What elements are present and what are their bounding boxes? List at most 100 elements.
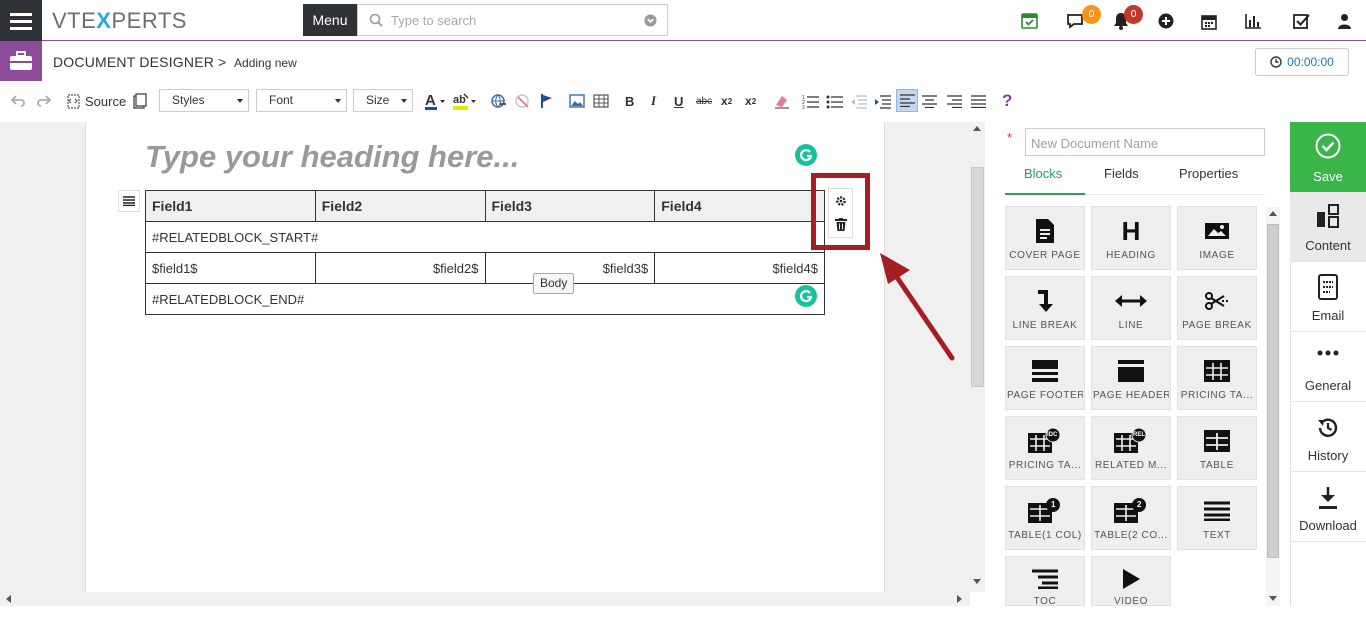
document-icon[interactable]	[133, 92, 147, 110]
insert-image-icon[interactable]	[569, 92, 585, 110]
related-block-table[interactable]: Field1 Field2 Field3 Field4 #RELATEDBLOC…	[145, 190, 825, 315]
editor-horizontal-scrollbar[interactable]	[0, 592, 970, 606]
breadcrumb: DOCUMENT DESIGNER > Adding new	[53, 54, 297, 70]
indent-icon[interactable]	[874, 92, 891, 110]
font-dropdown[interactable]: Font	[256, 89, 347, 112]
related-block-start-cell[interactable]: #RELATEDBLOCK_START#	[145, 221, 825, 253]
block-heading[interactable]: H HEADING	[1091, 206, 1171, 270]
scroll-thumb[interactable]	[1267, 224, 1279, 558]
breadcrumb-module[interactable]: DOCUMENT DESIGNER	[53, 54, 214, 70]
block-line[interactable]: LINE	[1091, 276, 1171, 340]
table-cell[interactable]: $field4$	[654, 252, 825, 284]
history-button[interactable]: History	[1290, 402, 1366, 472]
superscript-icon[interactable]: x2	[745, 92, 756, 110]
chevron-down-circle-icon[interactable]	[644, 14, 657, 27]
document-name-input[interactable]: New Document Name	[1025, 128, 1265, 156]
block-page-header[interactable]: PAGE HEADER	[1091, 346, 1171, 410]
add-circle-icon[interactable]	[1157, 12, 1175, 30]
table-cell[interactable]: $field1$	[145, 252, 316, 284]
subscript-icon[interactable]: x2	[721, 92, 732, 110]
block-cover-page[interactable]: COVER PAGE	[1005, 206, 1085, 270]
timer-display[interactable]: 00:00:00	[1255, 48, 1349, 76]
user-icon[interactable]	[1335, 12, 1353, 30]
bulleted-list-icon[interactable]	[826, 92, 843, 110]
unlink-icon[interactable]	[514, 92, 532, 110]
block-line-break[interactable]: LINE BREAK	[1005, 276, 1085, 340]
block-toc[interactable]: TOC	[1005, 556, 1085, 606]
content-button[interactable]: Content	[1290, 192, 1366, 262]
editor-vertical-scrollbar[interactable]	[970, 122, 985, 592]
source-button[interactable]: Source	[66, 92, 126, 110]
table-header-cell[interactable]: Field3	[484, 190, 656, 222]
svg-text:ab: ab	[453, 94, 466, 106]
check-circle-icon	[1315, 133, 1341, 159]
help-icon[interactable]: ?	[1002, 91, 1012, 110]
hamburger-menu-icon[interactable]	[0, 0, 42, 41]
styles-dropdown[interactable]: Styles	[159, 89, 249, 112]
outdent-icon[interactable]	[850, 92, 867, 110]
block-image[interactable]: IMAGE	[1177, 206, 1257, 270]
block-table-2-col[interactable]: 2 TABLE(2 CO...	[1091, 486, 1171, 550]
search-input[interactable]: Type to search	[357, 4, 668, 36]
grammarly-icon[interactable]	[795, 285, 817, 307]
general-button[interactable]: General	[1290, 332, 1366, 402]
size-dropdown[interactable]: Size	[353, 89, 413, 112]
save-button[interactable]: Save	[1290, 122, 1366, 192]
bold-icon[interactable]: B	[625, 92, 634, 110]
strikethrough-icon[interactable]: abc	[696, 92, 712, 110]
block-video[interactable]: VIDEO	[1091, 556, 1171, 606]
checkbox-icon[interactable]	[1292, 12, 1310, 30]
numbered-list-icon[interactable]: 123	[802, 92, 819, 110]
align-left-icon[interactable]	[896, 89, 918, 112]
justify-icon[interactable]	[971, 92, 986, 110]
block-pricing-table-idc[interactable]: IDC PRICING TA...	[1005, 416, 1085, 480]
anchor-flag-icon[interactable]	[540, 92, 554, 110]
calendar-icon[interactable]	[1200, 12, 1218, 30]
redo-icon[interactable]	[35, 92, 51, 110]
block-table[interactable]: TABLE	[1177, 416, 1257, 480]
active-tab-indicator	[1005, 193, 1085, 195]
text-color-icon[interactable]: A	[425, 92, 447, 110]
italic-icon[interactable]: I	[651, 92, 656, 110]
logo[interactable]: VTEXPERTS	[52, 8, 187, 34]
tab-properties[interactable]: Properties	[1179, 166, 1238, 181]
block-page-break[interactable]: PAGE BREAK	[1177, 276, 1257, 340]
block-page-footer[interactable]: PAGE FOOTER	[1005, 346, 1085, 410]
heading-placeholder[interactable]: Type your heading here...	[145, 139, 519, 175]
scroll-thumb[interactable]	[971, 167, 984, 387]
block-pricing-table[interactable]: PRICING TA...	[1177, 346, 1257, 410]
table-header-cell[interactable]: Field2	[314, 190, 486, 222]
grammarly-icon[interactable]	[795, 144, 817, 166]
bar-chart-icon[interactable]	[1244, 12, 1262, 30]
link-icon[interactable]	[490, 92, 508, 110]
download-button[interactable]: Download	[1290, 472, 1366, 542]
email-button[interactable]: Email	[1290, 262, 1366, 332]
block-label: TABLE(2 CO...	[1094, 530, 1168, 541]
tab-blocks[interactable]: Blocks	[1024, 166, 1062, 181]
highlight-color-icon[interactable]: ab	[453, 92, 479, 110]
align-right-icon[interactable]	[947, 92, 962, 110]
block-drag-handle-icon[interactable]	[118, 190, 140, 212]
insert-table-icon[interactable]	[593, 92, 609, 110]
calendar-check-icon[interactable]	[1020, 11, 1038, 29]
content-layout-icon	[1317, 204, 1339, 228]
block-table-1-col[interactable]: 1 TABLE(1 COL)	[1005, 486, 1085, 550]
block-label: COVER PAGE	[1009, 250, 1081, 261]
block-related-module[interactable]: REL RELATED M...	[1091, 416, 1171, 480]
video-icon	[1121, 567, 1141, 591]
block-label: TABLE(1 COL)	[1008, 530, 1082, 541]
table-cell[interactable]: $field2$	[314, 252, 486, 284]
block-text[interactable]: TEXT	[1177, 486, 1257, 550]
underline-icon[interactable]: U	[674, 92, 683, 110]
tab-fields[interactable]: Fields	[1104, 166, 1139, 181]
briefcase-icon[interactable]	[0, 41, 42, 81]
table-header-cell[interactable]: Field1	[145, 190, 316, 222]
blocks-scrollbar[interactable]	[1266, 207, 1280, 606]
table-header-cell[interactable]: Field4	[654, 190, 825, 222]
remove-format-icon[interactable]	[773, 92, 791, 110]
undo-icon[interactable]	[11, 92, 27, 110]
menu-button[interactable]: Menu	[303, 4, 357, 36]
align-center-icon[interactable]	[922, 92, 937, 110]
source-icon	[67, 94, 80, 109]
related-block-end-cell[interactable]: #RELATEDBLOCK_END#	[145, 283, 825, 315]
